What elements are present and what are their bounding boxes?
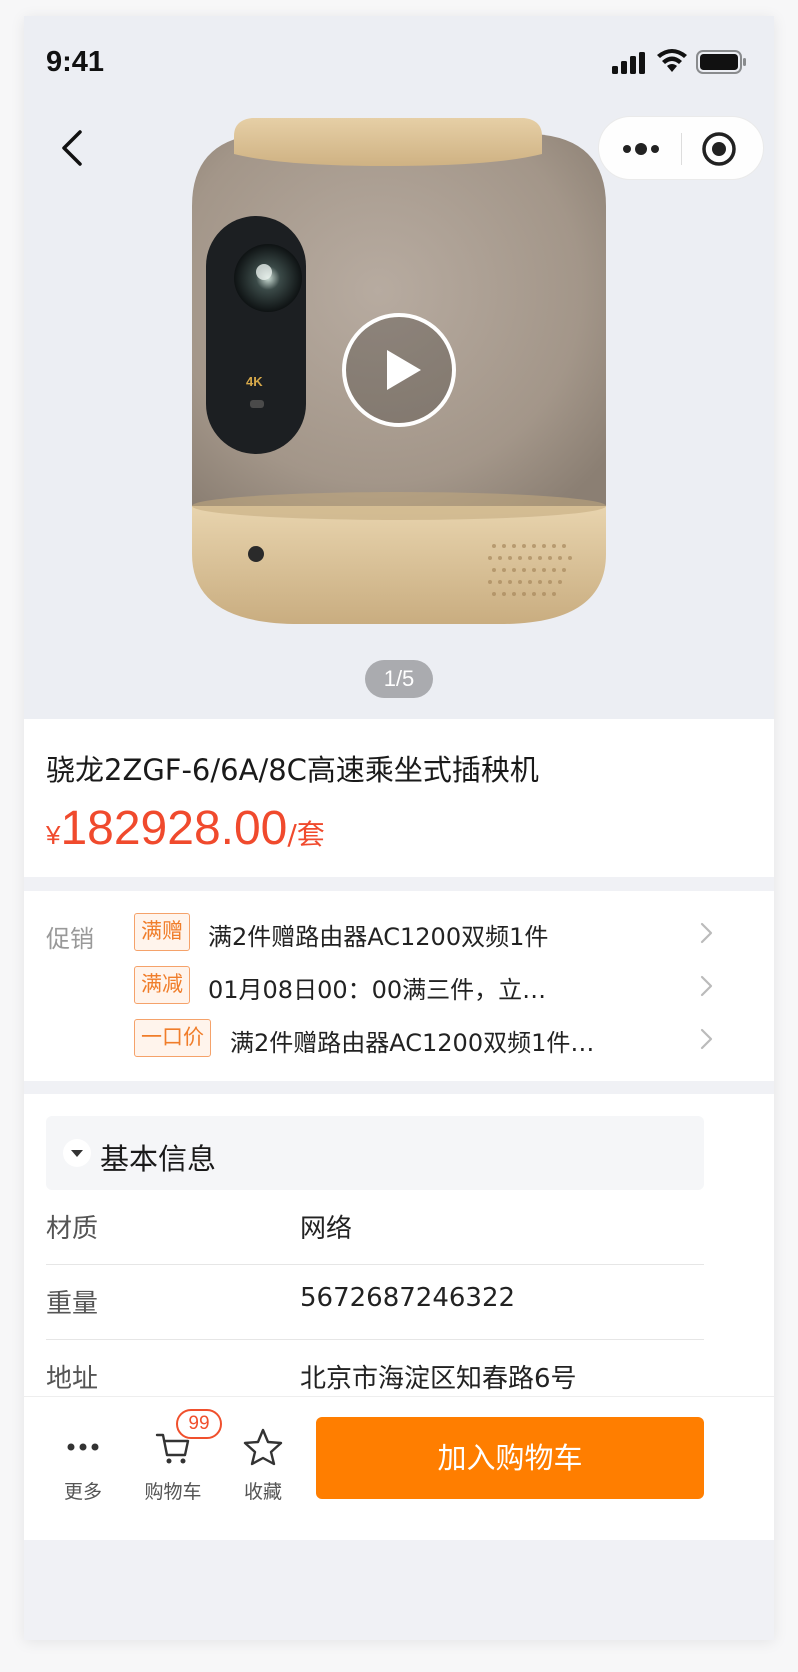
info-value: 5672687246322 — [300, 1283, 516, 1313]
promotion-row[interactable]: 满减 01月08日00：00满三件，立… — [134, 966, 754, 1006]
product-price: ¥182928.00/套 — [46, 801, 325, 856]
info-row: 重量 5672687246322 — [46, 1265, 704, 1340]
basic-info-header[interactable]: 基本信息 — [46, 1116, 704, 1190]
signal-icon — [612, 52, 645, 74]
gallery-pager: 1/5 — [365, 660, 433, 698]
info-value: 北京市海淀区知春路6号 — [300, 1364, 577, 1394]
info-key: 重量 — [46, 1289, 99, 1319]
wifi-icon — [657, 49, 687, 72]
more-button[interactable]: 更多 — [38, 1419, 128, 1509]
promotion-label: 促销 — [46, 925, 94, 953]
more-dots-icon — [67, 1443, 99, 1451]
price-currency: ¥ — [46, 820, 61, 850]
chevron-right-icon — [700, 1028, 713, 1050]
more-label: 更多 — [63, 1481, 102, 1503]
promotion-tag: 一口价 — [134, 1019, 211, 1057]
add-to-cart-button[interactable]: 加入购物车 — [316, 1417, 704, 1499]
play-icon[interactable] — [341, 312, 457, 428]
info-value: 网络 — [300, 1214, 353, 1244]
battery-icon — [696, 50, 746, 74]
price-amount: 182928.00 — [60, 802, 288, 855]
favorite-label: 收藏 — [243, 1481, 282, 1503]
status-time: 9:41 — [46, 46, 105, 78]
promotion-tag: 满赠 — [134, 913, 190, 951]
product-info-card: 骁龙2ZGF-6/6A/8C高速乘坐式插秧机 ¥182928.00/套 — [24, 719, 774, 877]
info-key: 材质 — [46, 1214, 99, 1244]
product-title: 骁龙2ZGF-6/6A/8C高速乘坐式插秧机 — [46, 753, 539, 787]
chevron-right-icon — [700, 975, 713, 997]
target-icon[interactable] — [701, 131, 737, 167]
promotion-text: 01月08日00：00满三件，立… — [208, 976, 547, 1004]
cart-label: 购物车 — [144, 1481, 202, 1503]
promotion-row[interactable]: 一口价 满2件赠路由器AC1200双频1件… — [134, 1019, 754, 1059]
price-unit: /套 — [287, 818, 325, 851]
chevron-right-icon — [700, 922, 713, 944]
promotion-text: 满2件赠路由器AC1200双频1件 — [208, 923, 549, 951]
promotion-text: 满2件赠路由器AC1200双频1件… — [230, 1029, 595, 1057]
back-icon[interactable] — [52, 126, 96, 170]
more-dots-icon[interactable] — [613, 133, 669, 165]
promotion-card: 促销 满赠 满2件赠路由器AC1200双频1件 满减 01月08日00：00满三… — [24, 891, 774, 1081]
svg-text:4K: 4K — [246, 374, 263, 389]
favorite-button[interactable]: 收藏 — [218, 1419, 308, 1509]
basic-info-title: 基本信息 — [100, 1142, 217, 1176]
phone-screen: 4K 9:41 1/5 骁龙2ZGF-6/6A/8C高速乘坐式插秧机 ¥1829… — [24, 16, 774, 1640]
caret-down-icon — [63, 1139, 91, 1167]
status-bar: 9:41 — [24, 16, 774, 104]
info-row: 材质 网络 — [46, 1190, 704, 1265]
product-gallery[interactable]: 4K 9:41 1/5 — [24, 16, 774, 766]
mini-program-capsule — [598, 116, 764, 180]
info-key: 地址 — [46, 1364, 99, 1394]
capsule-divider — [681, 133, 682, 165]
bottom-action-bar: 更多 购物车 99 收藏 加入购物车 — [24, 1396, 774, 1540]
promotion-tag: 满减 — [134, 966, 190, 1004]
cart-badge: 99 — [176, 1409, 222, 1439]
star-icon — [243, 1428, 283, 1466]
promotion-row[interactable]: 满赠 满2件赠路由器AC1200双频1件 — [134, 913, 754, 953]
